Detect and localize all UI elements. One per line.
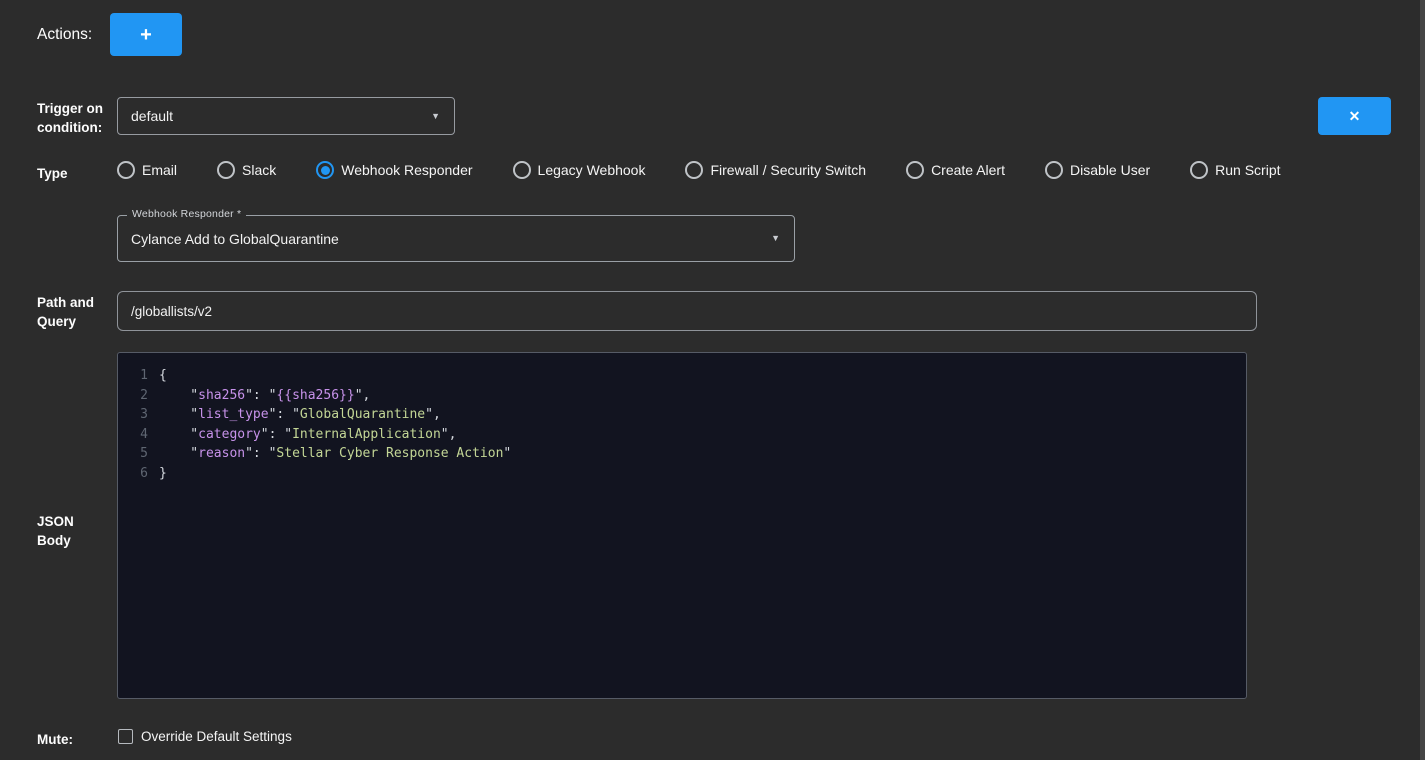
radio-email[interactable]: Email [117,161,177,179]
radio-run-script[interactable]: Run Script [1190,161,1280,179]
json-body-label: JSON Body [37,512,85,550]
line-number: 2 [118,386,148,406]
remove-action-button[interactable]: ✕ [1318,97,1391,135]
override-default-settings-row[interactable]: Override Default Settings [118,729,292,744]
json-body-editor[interactable]: 1{2 "sha256": "{{sha256}}",3 "list_type"… [117,352,1247,699]
line-number: 6 [118,464,148,484]
code-line: 2 "sha256": "{{sha256}}", [118,386,1246,406]
type-radio-group: Email Slack Webhook Responder Legacy Webhoo… [117,161,1281,179]
radio-label: Create Alert [931,162,1005,178]
webhook-responder-select[interactable]: Webhook Responder * Cylance Add to Globa… [117,215,795,262]
radio-slack[interactable]: Slack [217,161,276,179]
radio-unselected-icon [117,161,135,179]
line-number: 4 [118,425,148,445]
webhook-selected-value: Cylance Add to GlobalQuarantine [118,231,794,247]
radio-create-alert[interactable]: Create Alert [906,161,1005,179]
radio-unselected-icon [1045,161,1063,179]
radio-unselected-icon [217,161,235,179]
radio-label: Webhook Responder [341,162,472,178]
radio-disable-user[interactable]: Disable User [1045,161,1150,179]
radio-label: Slack [242,162,276,178]
radio-unselected-icon [1190,161,1208,179]
webhook-responder-field-label: Webhook Responder * [127,208,246,220]
code-line: 3 "list_type": "GlobalQuarantine", [118,405,1246,425]
page-scrollbar[interactable] [1420,0,1425,760]
radio-firewall-security-switch[interactable]: Firewall / Security Switch [685,161,866,179]
chevron-down-icon: ▼ [771,234,780,243]
trigger-condition-select[interactable]: default ▼ [117,97,455,135]
radio-legacy-webhook[interactable]: Legacy Webhook [513,161,646,179]
override-default-settings-label: Override Default Settings [141,729,292,744]
code-line: 6} [118,464,1246,484]
line-number: 5 [118,444,148,464]
chevron-down-icon: ▼ [431,112,440,121]
radio-label: Email [142,162,177,178]
radio-label: Firewall / Security Switch [710,162,866,178]
radio-label: Run Script [1215,162,1280,178]
radio-selected-icon [316,161,334,179]
trigger-on-condition-label: Trigger on condition: [37,99,113,137]
type-label: Type [37,164,68,183]
radio-label: Legacy Webhook [538,162,646,178]
path-query-input[interactable] [117,291,1257,331]
radio-label: Disable User [1070,162,1150,178]
line-number: 3 [118,405,148,425]
plus-icon: + [140,25,152,45]
add-action-button[interactable]: + [110,13,182,56]
path-and-query-label: Path and Query [37,293,113,331]
json-body-code: 1{2 "sha256": "{{sha256}}",3 "list_type"… [118,366,1246,483]
mute-label: Mute: [37,730,73,749]
override-default-settings-checkbox[interactable] [118,729,133,744]
close-icon: ✕ [1349,109,1361,123]
code-line: 1{ [118,366,1246,386]
radio-unselected-icon [513,161,531,179]
radio-unselected-icon [906,161,924,179]
code-line: 4 "category": "InternalApplication", [118,425,1246,445]
radio-unselected-icon [685,161,703,179]
code-line: 5 "reason": "Stellar Cyber Response Acti… [118,444,1246,464]
actions-label: Actions: [37,25,92,44]
trigger-selected-value: default [118,108,454,124]
radio-webhook-responder[interactable]: Webhook Responder [316,161,472,179]
line-number: 1 [118,366,148,386]
